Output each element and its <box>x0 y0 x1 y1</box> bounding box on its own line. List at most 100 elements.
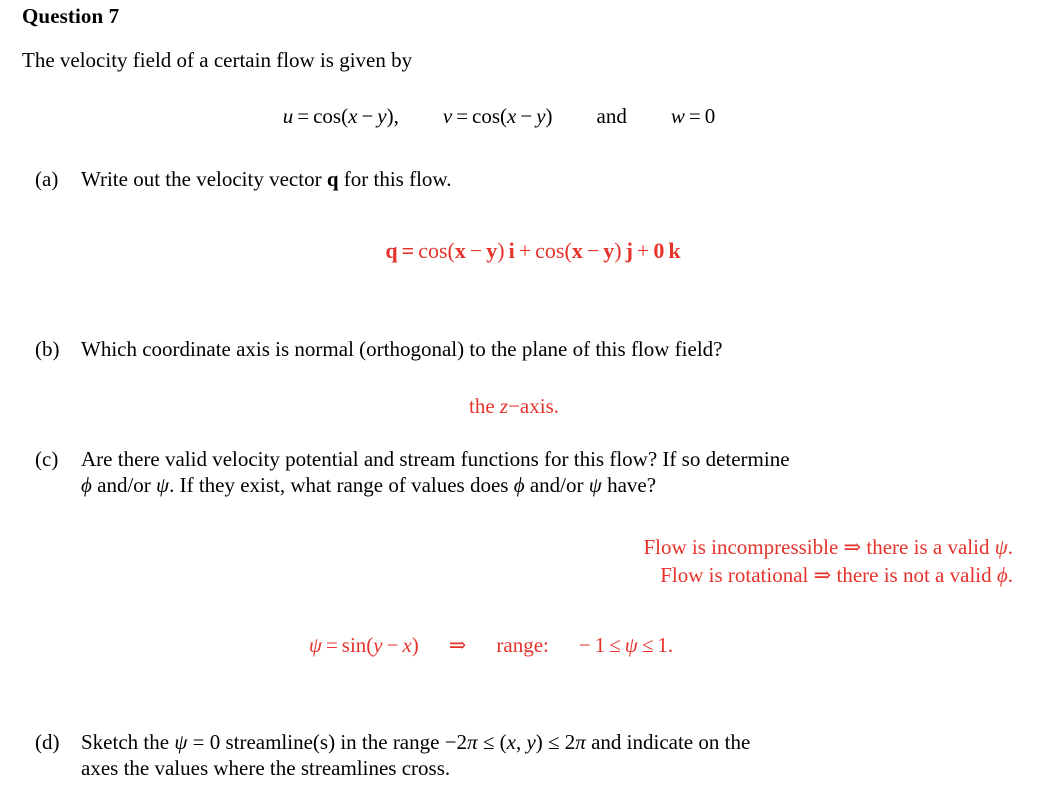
answer-a-plus-1: + <box>518 238 532 263</box>
part-c-psi-1: ψ <box>156 472 170 497</box>
velocity-field-equation: u = cos(x − y), v = cos(x − y) and w = 0 <box>0 104 1042 129</box>
part-c-end: have? <box>601 472 657 497</box>
answer-c-line2-a: Flow is rotational <box>660 562 814 587</box>
answer-c-line2-period: . <box>1007 562 1013 587</box>
answer-c-psi-x: x <box>402 633 412 657</box>
eq-w-equals: = <box>688 104 701 128</box>
answer-c-psi-equation: ψ = sin(y − x) ⇒ range: −1 ≤ ψ ≤1. <box>0 633 1042 658</box>
question-part-a: (a) Write out the velocity vector q for … <box>35 167 1013 193</box>
eq-u-y: y <box>377 104 387 128</box>
part-c-andor-1: and/or <box>91 472 157 497</box>
answer-c-line1-b: there is a valid <box>861 535 995 559</box>
answer-b-dash: − <box>508 394 520 418</box>
part-c-text: Are there valid velocity potential and s… <box>81 447 1013 498</box>
answer-c-line2-b: there is not a valid <box>831 562 997 587</box>
eq-v-y: y <box>536 104 546 128</box>
eq-v-minus: − <box>520 104 533 128</box>
eq-u-equals: = <box>297 104 310 128</box>
answer-c-range-le-1: ≤ <box>609 633 621 657</box>
eq-v-close-paren: ) <box>545 104 553 128</box>
answer-a-close-1: ) <box>497 238 505 263</box>
part-a-text: Write out the velocity vector q for this… <box>81 167 1013 193</box>
eq-and-word: and <box>596 104 627 128</box>
part-a-vector-symbol: q <box>326 167 339 191</box>
part-d-psi: ψ <box>174 730 188 754</box>
answer-c-range-le-2: ≤ <box>641 633 654 657</box>
answer-c-line-2: Flow is rotational ⇒ there is not a vali… <box>0 562 1013 590</box>
answer-b-z-symbol: z <box>499 394 509 418</box>
answer-c-range-label: range: <box>496 633 549 657</box>
answer-a-cos-1: cos <box>418 238 448 263</box>
eq-v-symbol: v <box>442 104 453 128</box>
answer-a-x-2: x <box>571 238 583 263</box>
eq-v-equals: = <box>456 104 469 128</box>
part-d-line1-e: and indicate on the <box>585 730 751 754</box>
question-part-d: (d) Sketch the ψ = 0 streamline(s) in th… <box>35 730 1013 781</box>
answer-c-psi-sin: sin <box>341 633 367 657</box>
part-d-comma: , <box>515 730 527 754</box>
eq-w-symbol: w <box>670 104 685 128</box>
answer-c-line1-period: . <box>1007 535 1013 559</box>
answer-a-plus-2: + <box>636 238 650 263</box>
answer-a-q: q <box>385 238 398 263</box>
answer-b-axis-word: axis. <box>519 394 559 418</box>
eq-v-cos: cos <box>472 104 501 128</box>
answer-c-range-one-upper: 1 <box>657 633 668 657</box>
eq-u-symbol: u <box>282 104 294 128</box>
eq-comma: , <box>393 104 399 128</box>
answer-a-minus-2: − <box>586 238 600 263</box>
part-d-pi-1: π <box>467 730 478 754</box>
part-d-line1-a: Sketch the <box>81 730 175 754</box>
answer-a-j-unit: j <box>625 238 633 263</box>
answer-c-line1-psi: ψ <box>994 535 1008 559</box>
part-c-phi-2: ϕ <box>513 472 525 497</box>
part-d-line2: axes the values where the streamlines cr… <box>81 755 451 780</box>
eq-v-x: x <box>507 104 517 128</box>
part-c-andor-2: and/or <box>524 472 589 497</box>
answer-c-range-psi: ψ <box>624 633 638 657</box>
eq-u-close-paren: ) <box>386 104 394 128</box>
part-c-line1: Are there valid velocity potential and s… <box>81 447 790 471</box>
answer-c-range-neg: − <box>578 633 591 657</box>
answer-a-x-1: x <box>454 238 466 263</box>
answer-a-zero: 0 <box>653 238 665 263</box>
part-d-line1-c: ≤ ( <box>477 730 507 754</box>
answer-c-statements: Flow is incompressible ⇒ there is a vali… <box>0 534 1013 589</box>
answer-c-range-period: . <box>667 633 674 657</box>
answer-c-line1-a: Flow is incompressible <box>643 535 844 559</box>
part-c-mid: . If they exist, what range of values do… <box>169 472 514 497</box>
part-d-marker: (d) <box>35 730 60 754</box>
part-b-marker: (b) <box>35 337 60 361</box>
eq-u-x: x <box>348 104 358 128</box>
answer-a-close-2: ) <box>614 238 622 263</box>
answer-a-k-unit: k <box>668 238 681 263</box>
part-a-text-after: for this flow. <box>338 167 452 191</box>
question-part-c: (c) Are there valid velocity potential a… <box>35 447 1013 498</box>
part-d-line1-b: = 0 streamline(s) in the range −2 <box>187 730 468 754</box>
answer-a-y-1: y <box>486 238 498 263</box>
part-d-line1-d: ) ≤ 2 <box>535 730 576 754</box>
answer-c-psi-y: y <box>373 633 383 657</box>
answer-c-line2-arrow-icon: ⇒ <box>813 562 832 587</box>
answer-b-the: the <box>468 394 500 418</box>
part-d-x: x <box>506 730 516 754</box>
answer-a-y-2: y <box>603 238 615 263</box>
eq-u-minus: − <box>361 104 374 128</box>
page-title: Question 7 <box>22 4 120 28</box>
answer-a-i-unit: i <box>508 238 515 263</box>
answer-c-psi-lhs: ψ <box>308 633 322 657</box>
part-c-psi-2: ψ <box>588 472 602 497</box>
part-b-text: Which coordinate axis is normal (orthogo… <box>81 337 723 361</box>
part-c-phi-1: ϕ <box>81 472 92 497</box>
question-part-b: (b) Which coordinate axis is normal (ort… <box>35 337 1013 363</box>
answer-a-equals: = <box>401 238 415 263</box>
eq-w-zero: 0 <box>704 104 716 128</box>
answer-c-psi-equals: = <box>325 633 338 657</box>
answer-c-line-1: Flow is incompressible ⇒ there is a vali… <box>0 534 1013 562</box>
answer-c-line1-arrow-icon: ⇒ <box>843 535 862 559</box>
part-d-y: y <box>526 730 536 754</box>
eq-u-cos: cos <box>313 104 342 128</box>
intro-text: The velocity field of a certain flow is … <box>22 48 413 72</box>
answer-a: q = cos(x − y) i + cos(x − y) j +0 k <box>0 238 1042 264</box>
part-d-pi-2: π <box>575 730 586 754</box>
